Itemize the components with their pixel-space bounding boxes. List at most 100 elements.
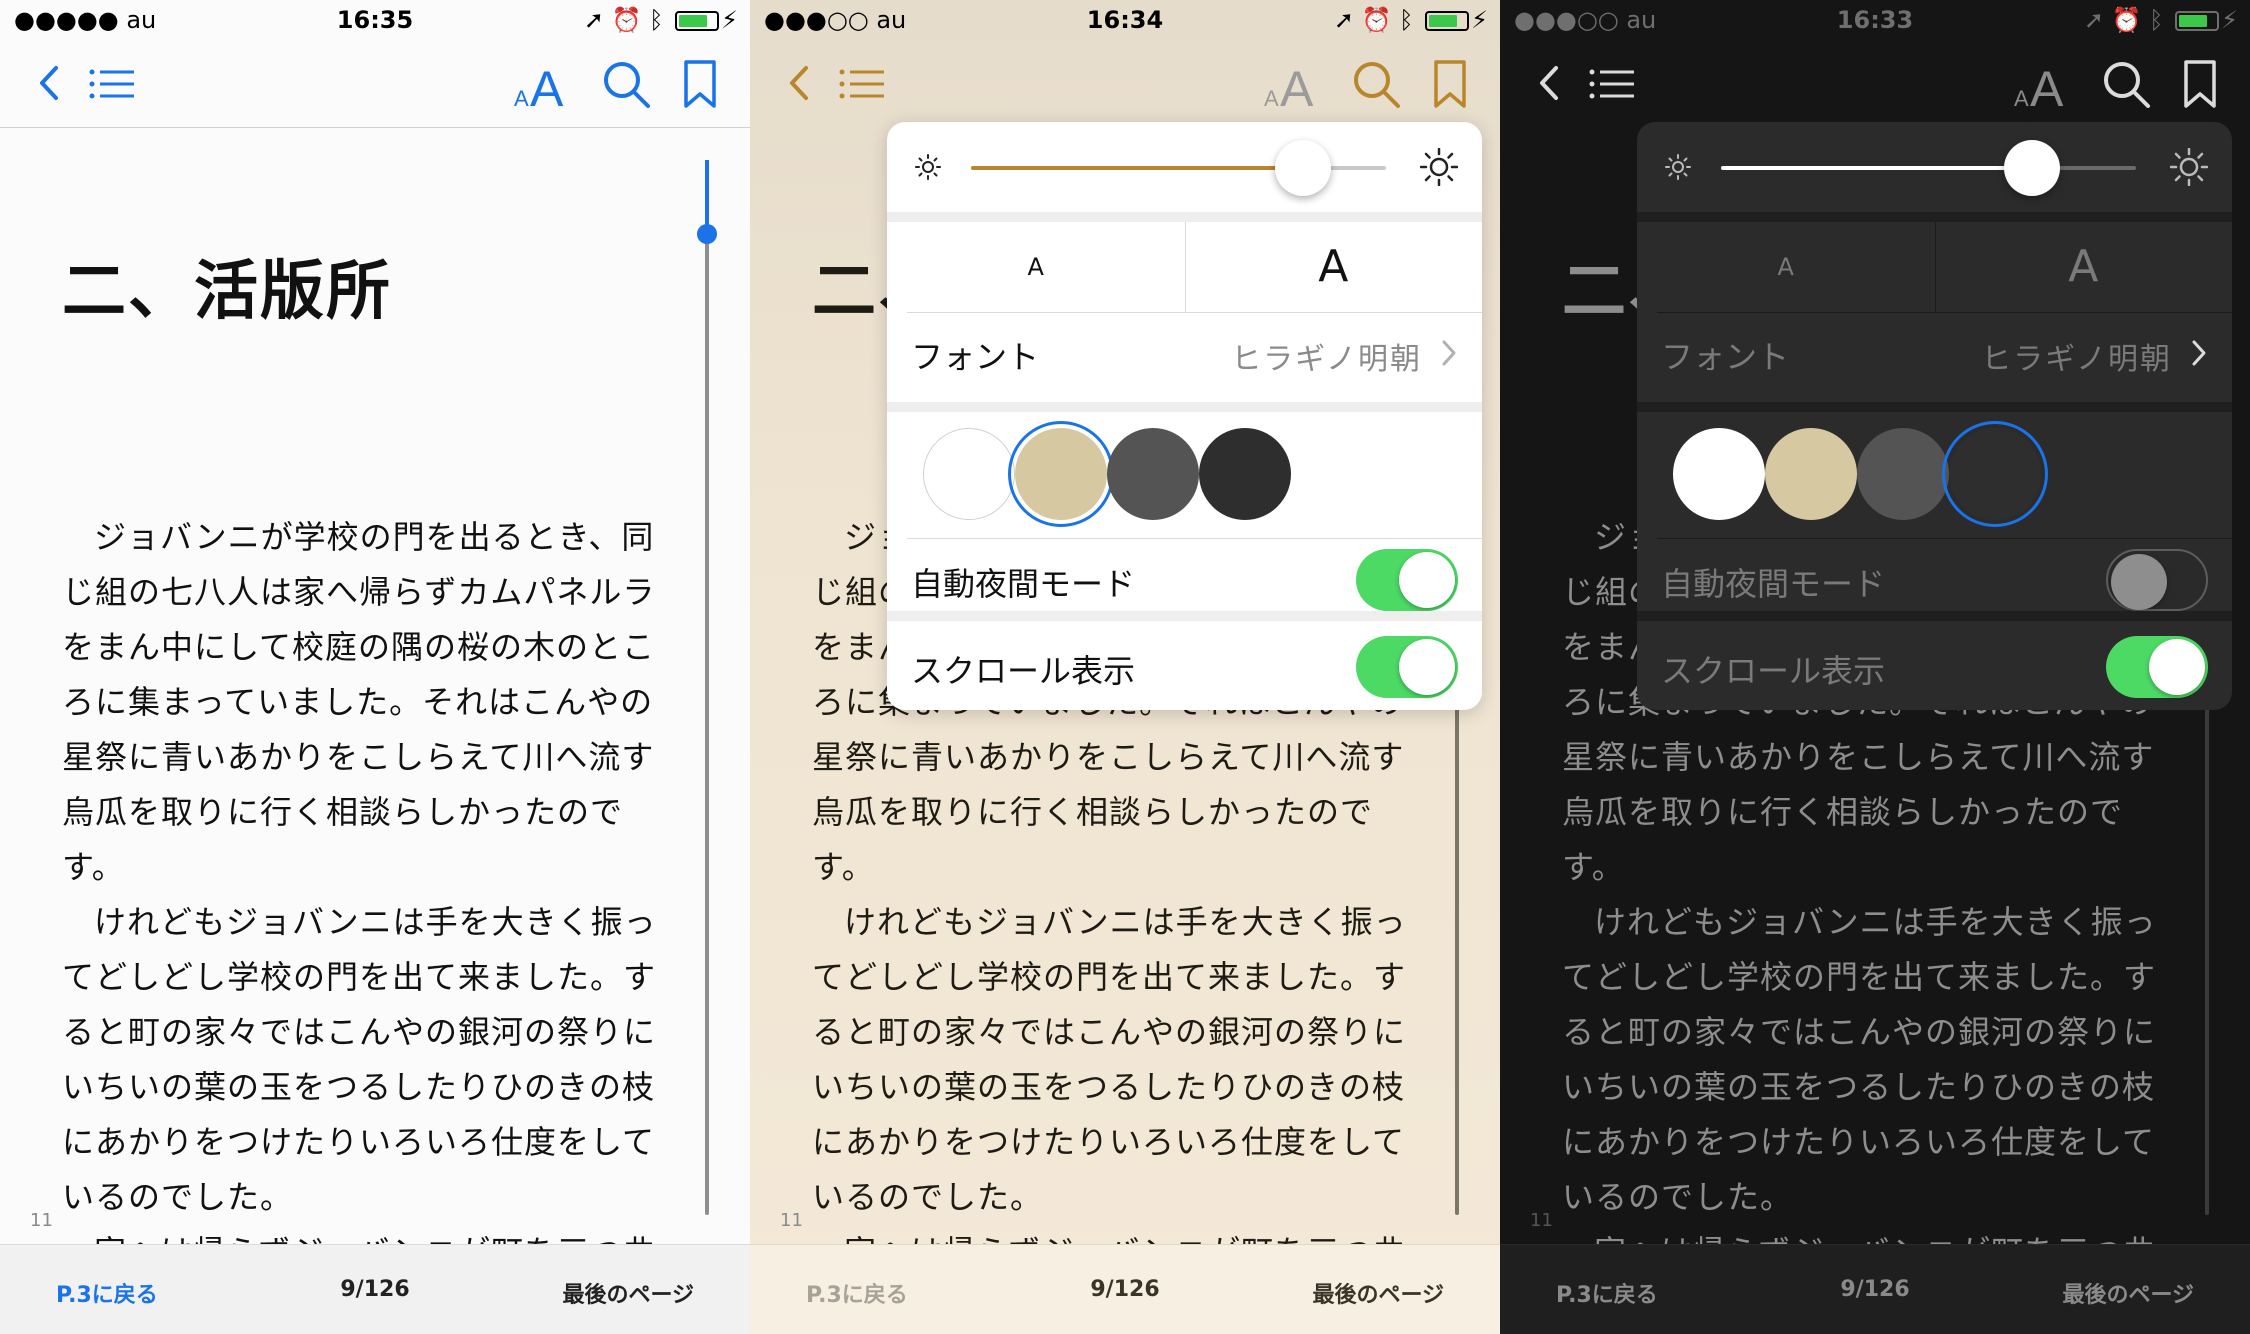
back-icon[interactable] [1530, 58, 1570, 108]
svg-text:A: A [2030, 61, 2064, 114]
auto-night-row: 自動夜間モード [1637, 545, 2232, 611]
svg-text:A: A [1280, 61, 1314, 114]
search-icon[interactable] [600, 58, 652, 110]
theme-gray-swatch[interactable] [1857, 428, 1949, 520]
auto-night-row: 自動夜間モード [887, 545, 1482, 611]
scroll-view-toggle[interactable] [1356, 636, 1458, 698]
svg-text:A: A [514, 86, 529, 111]
toggle-knob [1399, 552, 1455, 608]
theme-white-swatch[interactable] [923, 428, 1015, 520]
theme-sepia-swatch[interactable] [1008, 421, 1114, 527]
last-page-button[interactable]: 最後のページ [1312, 1277, 1444, 1309]
charging-icon: ⚡ [2221, 6, 2238, 34]
text-settings-icon[interactable]: A A [2010, 54, 2074, 114]
bookmark-icon[interactable] [1430, 58, 1470, 110]
chevron-right-icon [1442, 340, 1456, 366]
brightness-slider-knob[interactable] [1275, 140, 1331, 196]
nav-bar: A A [750, 40, 1500, 128]
auto-night-toggle[interactable] [1356, 549, 1458, 611]
brightness-row [1637, 122, 2232, 212]
bottom-toolbar: P.3に戻る 9/126 最後のページ [750, 1244, 1500, 1334]
auto-night-toggle[interactable] [2106, 549, 2208, 611]
page-marker: 11 [30, 1210, 53, 1231]
increase-font-button[interactable]: A [1185, 222, 1483, 312]
bottom-toolbar: P.3に戻る 9/126 最後のページ [0, 1244, 750, 1334]
font-label: フォント [1661, 338, 1790, 376]
scroll-view-label: スクロール表示 [1661, 652, 1886, 690]
theme-night-swatch[interactable] [1199, 428, 1291, 520]
scroll-track[interactable] [705, 160, 709, 1215]
status-icons: ➚ ⏰ ᛒ ⚡ [1334, 6, 1488, 34]
reader-screen-night: ●●●○○ au 16:33 ➚ ⏰ ᛒ ⚡ A A 二、活版所 [1500, 0, 2250, 1334]
table-of-contents-icon[interactable] [1588, 62, 1638, 106]
alarm-icon: ⏰ [1361, 6, 1392, 34]
status-bar: ●●●○○ au 16:33 ➚ ⏰ ᛒ ⚡ [1500, 0, 2250, 40]
nav-bar: A A [0, 40, 750, 128]
section-separator [887, 212, 1482, 222]
section-separator [887, 611, 1482, 621]
theme-sepia-swatch[interactable] [1765, 428, 1857, 520]
chapter-body: ジョバンニが学校の門を出るとき、同じ組の七八人は家へ帰らずカムパネルラをまん中に… [62, 510, 682, 1334]
theme-gray-swatch[interactable] [1107, 428, 1199, 520]
last-page-button[interactable]: 最後のページ [562, 1277, 694, 1309]
table-of-contents-icon[interactable] [88, 62, 138, 106]
charging-icon: ⚡ [721, 6, 738, 34]
brightness-low-icon [1665, 154, 1691, 180]
text-settings-icon[interactable]: A A [510, 54, 574, 114]
theme-picker [1637, 412, 2232, 538]
bluetooth-icon: ᛒ [1399, 6, 1414, 34]
reading-area: 二、活版所 ジョバンニが学校の門を出るとき、同じ組の七八人は家へ帰らずカムパネル… [62, 240, 682, 1334]
scroll-view-toggle[interactable] [2106, 636, 2208, 698]
back-icon[interactable] [30, 58, 70, 108]
brightness-low-icon [915, 154, 941, 180]
last-page-button[interactable]: 最後のページ [2062, 1277, 2194, 1309]
back-icon[interactable] [780, 58, 820, 108]
brightness-slider[interactable] [1721, 140, 2136, 196]
chapter-title: 二、活版所 [62, 254, 392, 329]
font-value: ヒラギノ明朝 [1231, 342, 1422, 377]
theme-white-swatch[interactable] [1673, 428, 1765, 520]
increase-font-button[interactable]: A [1935, 222, 2233, 312]
toggle-knob [2149, 639, 2205, 695]
scroll-position-handle[interactable] [697, 224, 717, 244]
theme-night-swatch[interactable] [1942, 421, 2048, 527]
location-icon: ➚ [2083, 6, 2104, 34]
svg-text:A: A [530, 61, 564, 114]
theme-picker [887, 412, 1482, 538]
nav-bar: A A [1500, 40, 2250, 128]
brightness-high-icon [2170, 148, 2208, 186]
paragraph: けれどもジョバンニは手を大きく振ってどしどし学校の門を出て来ました。すると町の家… [1562, 903, 2157, 1216]
brightness-level [1721, 166, 2033, 170]
section-separator [1637, 611, 2232, 621]
alarm-icon: ⏰ [2111, 6, 2142, 34]
app-comparison: ●●●●● au 16:35 ➚ ⏰ ᛒ ⚡ A A 二、活版所 ジョバンニが学… [0, 0, 2250, 1334]
page-marker: 11 [780, 1210, 803, 1231]
auto-night-label: 自動夜間モード [1661, 565, 1886, 603]
bookmark-icon[interactable] [2180, 58, 2220, 110]
font-size-row: A A [1637, 222, 2232, 312]
location-icon: ➚ [1333, 6, 1354, 34]
reader-screen-sepia: ●●●○○ au 16:34 ➚ ⏰ ᛒ ⚡ A A 二、活版所 [750, 0, 1500, 1334]
bluetooth-icon: ᛒ [649, 6, 664, 34]
toggle-knob [1399, 639, 1455, 695]
brightness-slider[interactable] [971, 140, 1386, 196]
section-separator [887, 402, 1482, 412]
decrease-font-button[interactable]: A [887, 222, 1185, 312]
bookmark-icon[interactable] [680, 58, 720, 110]
text-settings-icon[interactable]: A A [1260, 54, 1324, 114]
bottom-toolbar: P.3に戻る 9/126 最後のページ [1500, 1244, 2250, 1334]
scroll-thumb[interactable] [705, 160, 709, 232]
font-value: ヒラギノ明朝 [1981, 342, 2172, 377]
font-selector-row[interactable]: フォント ヒラギノ明朝 [1637, 312, 2232, 390]
svg-text:A: A [2014, 86, 2029, 111]
font-selector-row[interactable]: フォント ヒラギノ明朝 [887, 312, 1482, 390]
brightness-slider-knob[interactable] [2004, 140, 2061, 196]
search-icon[interactable] [2100, 58, 2152, 110]
decrease-font-button[interactable]: A [1637, 222, 1935, 312]
font-size-row: A A [887, 222, 1482, 312]
search-icon[interactable] [1350, 58, 1402, 110]
scroll-view-row: スクロール表示 [887, 632, 1482, 698]
reader-screen-white: ●●●●● au 16:35 ➚ ⏰ ᛒ ⚡ A A 二、活版所 ジョバンニが学… [0, 0, 750, 1334]
table-of-contents-icon[interactable] [838, 62, 888, 106]
status-icons: ➚ ⏰ ᛒ ⚡ [584, 6, 738, 34]
